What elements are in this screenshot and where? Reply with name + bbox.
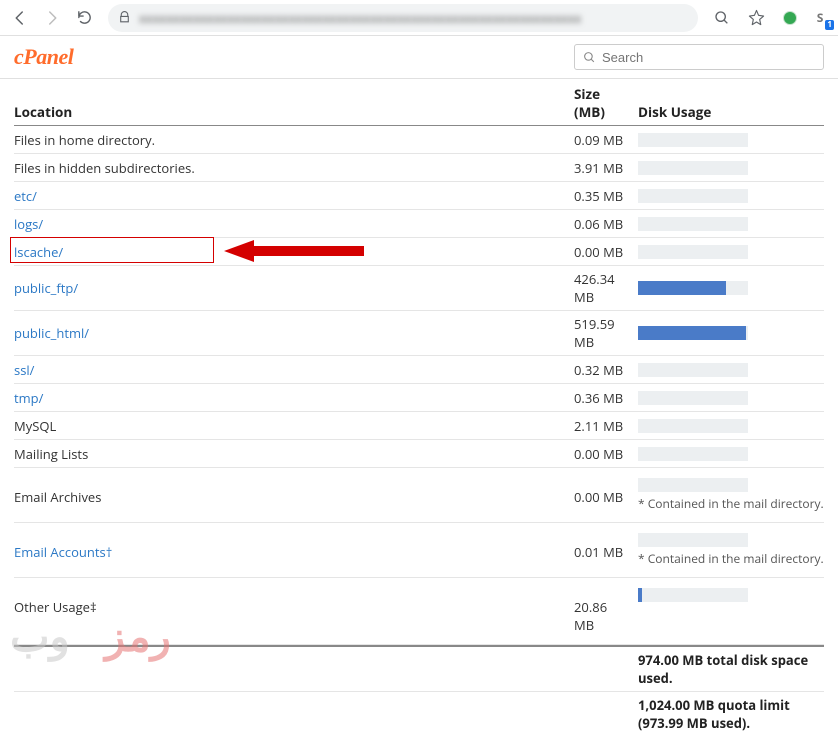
search-icon: [583, 51, 596, 64]
size-cell: 0.36 MB: [574, 389, 638, 407]
table-row: tmp/0.36 MB: [14, 384, 824, 412]
forward-button[interactable]: [38, 4, 66, 32]
table-row: Other Usage‡ 20.86 MB: [14, 578, 824, 645]
summary-quota-row: 1,024.00 MB quota limit (973.99 MB used)…: [14, 692, 824, 736]
location-link[interactable]: etc/: [14, 187, 37, 205]
usage-note: * Contained in the mail directory.: [638, 550, 824, 567]
browser-toolbar: xxxxxxxxxxxxxxxxxxxxxxxxxxxxxxxxxxxxxxxx…: [0, 0, 838, 36]
reload-icon: [76, 9, 93, 26]
extension-button[interactable]: S 1: [810, 8, 830, 28]
location-text: Other Usage‡: [14, 598, 97, 616]
arrow-left-icon: [11, 9, 29, 27]
star-icon: [748, 9, 765, 26]
usage-bar: [638, 217, 748, 231]
location-link[interactable]: Email Accounts†: [14, 543, 112, 561]
size-cell: 20.86 MB: [574, 588, 638, 634]
size-cell: 0.35 MB: [574, 187, 638, 205]
table-row: ssl/0.32 MB: [14, 356, 824, 384]
back-button[interactable]: [6, 4, 34, 32]
location-text: Mailing Lists: [14, 445, 88, 463]
size-cell: 0.06 MB: [574, 215, 638, 233]
summary-total-row: 974.00 MB total disk space used.: [14, 645, 824, 692]
size-cell: 0.01 MB: [574, 533, 638, 561]
usage-bar: [638, 478, 748, 492]
url-text: xxxxxxxxxxxxxxxxxxxxxxxxxxxxxxxxxxxxxxxx…: [139, 9, 581, 27]
size-cell: 2.11 MB: [574, 417, 638, 435]
arrow-right-icon: [43, 9, 61, 27]
usage-bar: [638, 588, 748, 602]
profile-dot-icon: [783, 11, 797, 25]
reload-button[interactable]: [70, 4, 98, 32]
usage-bar-fill: [638, 326, 746, 340]
disk-usage-table: Location Size (MB) Disk Usage Files in h…: [0, 79, 838, 736]
usage-bar-fill: [638, 588, 642, 602]
cpanel-header: cPanel: [0, 36, 838, 79]
usage-bar: [638, 281, 748, 295]
table-row: Email Accounts† 0.01 MB* Contained in the…: [14, 523, 824, 578]
size-cell: 0.00 MB: [574, 445, 638, 463]
size-cell: 0.00 MB: [574, 243, 638, 261]
table-row: logs/0.06 MB: [14, 210, 824, 238]
address-bar[interactable]: xxxxxxxxxxxxxxxxxxxxxxxxxxxxxxxxxxxxxxxx…: [108, 4, 698, 32]
size-cell: 3.91 MB: [574, 159, 638, 177]
usage-bar: [638, 533, 748, 547]
zoom-button[interactable]: [708, 4, 736, 32]
table-row: Files in home directory. 0.09 MB: [14, 126, 824, 154]
col-header-size: Size (MB): [574, 85, 638, 121]
usage-bar-fill: [638, 281, 726, 295]
usage-bar: [638, 189, 748, 203]
extension-label: S: [817, 9, 824, 26]
search-input[interactable]: [602, 50, 815, 65]
usage-bar: [638, 363, 748, 377]
col-header-location: Location: [14, 103, 574, 121]
usage-bar: [638, 133, 748, 147]
table-row: public_html/519.59 MB: [14, 311, 824, 356]
table-row: Email Archives 0.00 MB* Contained in the …: [14, 468, 824, 523]
summary-total: 974.00 MB total disk space used.: [638, 651, 824, 687]
extension-badge: 1: [825, 20, 834, 30]
location-link[interactable]: tmp/: [14, 389, 43, 407]
size-cell: 0.32 MB: [574, 361, 638, 379]
location-link[interactable]: logs/: [14, 215, 43, 233]
cpanel-logo: cPanel: [14, 44, 73, 70]
usage-bar: [638, 326, 748, 340]
location-link[interactable]: public_html/: [14, 324, 89, 342]
usage-note: * Contained in the mail directory.: [638, 495, 824, 512]
usage-bar: [638, 419, 748, 433]
profile-indicator[interactable]: [776, 4, 804, 32]
usage-bar: [638, 245, 748, 259]
bookmark-button[interactable]: [742, 4, 770, 32]
table-row: public_ftp/426.34 MB: [14, 266, 824, 311]
magnify-icon: [714, 10, 730, 26]
size-cell: 0.09 MB: [574, 131, 638, 149]
location-link[interactable]: ssl/: [14, 361, 34, 379]
location-text: Files in home directory.: [14, 131, 155, 149]
location-text: Files in hidden subdirectories.: [14, 159, 195, 177]
search-box[interactable]: [574, 44, 824, 70]
usage-bar: [638, 161, 748, 175]
location-text: Email Archives: [14, 488, 101, 506]
location-link[interactable]: lscache/: [14, 243, 63, 261]
table-row: Files in hidden subdirectories. 3.91 MB: [14, 154, 824, 182]
table-header-row: Location Size (MB) Disk Usage: [14, 79, 824, 126]
size-cell: 426.34 MB: [574, 270, 638, 306]
size-cell: 519.59 MB: [574, 315, 638, 351]
size-cell: 0.00 MB: [574, 478, 638, 506]
usage-bar: [638, 391, 748, 405]
col-header-usage: Disk Usage: [638, 103, 824, 121]
table-row: etc/0.35 MB: [14, 182, 824, 210]
table-row: Mailing Lists 0.00 MB: [14, 440, 824, 468]
location-link[interactable]: public_ftp/: [14, 279, 78, 297]
usage-bar: [638, 447, 748, 461]
table-row: lscache/0.00 MB: [14, 238, 824, 266]
table-row: MySQL 2.11 MB: [14, 412, 824, 440]
location-text: MySQL: [14, 417, 56, 435]
summary-quota: 1,024.00 MB quota limit (973.99 MB used)…: [638, 696, 824, 732]
lock-icon: [118, 11, 131, 24]
